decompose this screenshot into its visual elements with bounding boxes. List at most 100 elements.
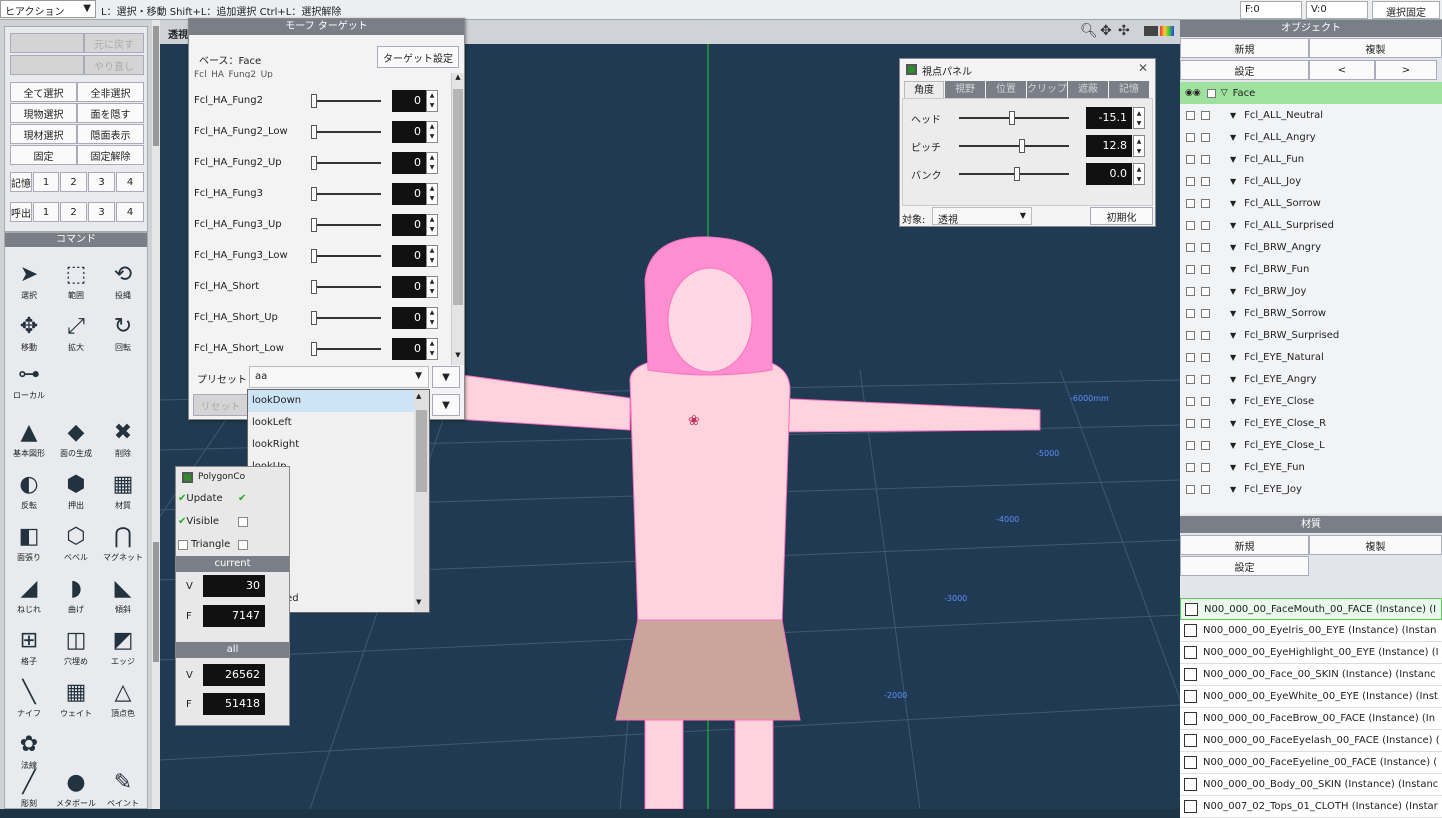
slider-knob[interactable] [311,93,317,108]
unlock-button[interactable]: 固定解除 [77,145,144,165]
triangle-checkbox[interactable]: Triangle [178,539,230,550]
lock-checkbox[interactable] [1201,396,1210,406]
morph-value[interactable]: 0 [392,213,426,236]
object-row[interactable]: ▼ Fcl_ALL_Angry [1180,126,1442,148]
slider-knob[interactable] [311,341,317,356]
view-slider[interactable] [959,139,1069,153]
spin-up-icon[interactable]: ▲ [430,278,435,285]
pan-icon[interactable]: ✥ [1100,23,1112,39]
object-row[interactable]: ▼ Fcl_BRW_Angry [1180,236,1442,258]
morph-value[interactable]: 0 [392,151,426,174]
spin-down-icon[interactable]: ▼ [430,226,435,233]
spin-down-icon[interactable]: ▼ [430,195,435,202]
view-slider[interactable] [959,111,1069,125]
visible-checkbox[interactable] [1186,440,1195,450]
visible-checkbox[interactable] [1186,110,1195,120]
recall-slot-4[interactable]: 4 [116,202,144,222]
color-icon[interactable] [1160,26,1174,36]
select-material-button[interactable]: 現材選択 [10,124,77,144]
lock-checkbox[interactable] [1201,154,1210,164]
command-9[interactable]: ✖ 削除 [99,411,147,461]
morph-scrollbar[interactable]: ▲ ▼ [451,73,464,365]
spinner[interactable]: ▲ ▼ [426,151,438,174]
expand-triangle-icon[interactable]: ▼ [1230,111,1236,120]
material-visible-checkbox[interactable] [1184,624,1197,637]
morph-scroll-thumb[interactable] [453,89,463,305]
visible-checkbox[interactable] [1186,286,1195,296]
spinner[interactable]: ▲ ▼ [1133,107,1145,129]
spin-down-icon[interactable]: ▼ [430,133,435,140]
reset-button[interactable]: リセット [193,394,248,416]
scroll-thumb-2[interactable] [153,542,159,662]
slider-knob[interactable] [1009,111,1015,125]
preset-dropdown[interactable]: aa ▼ [249,366,429,388]
expand-triangle-icon[interactable]: ▼ [1230,199,1236,208]
select-all-button[interactable]: 全て選択 [10,82,77,102]
command-1[interactable]: ⬚ 範囲 [52,253,100,303]
spin-up-icon[interactable]: ▲ [430,154,435,161]
spin-down-icon[interactable]: ▼ [430,288,435,295]
morph-slider[interactable] [311,155,381,170]
material-row[interactable]: N00_000_00_FaceEyeline_00_FACE (Instance… [1180,752,1442,774]
lock-checkbox[interactable] [1201,352,1210,362]
visible-checkbox[interactable] [1186,242,1195,252]
material-visible-checkbox[interactable] [1184,668,1197,681]
morph-slider[interactable] [311,186,381,201]
material-visible-checkbox[interactable] [1185,602,1198,616]
material-visible-checkbox[interactable] [1184,712,1197,725]
dropdown-option[interactable]: lookLeft [248,412,429,434]
lock-checkbox[interactable] [1201,286,1210,296]
next-object-button[interactable]: > [1375,60,1437,80]
material-visible-checkbox[interactable] [1184,756,1197,769]
initialize-button[interactable]: 初期化 [1090,207,1153,225]
unchecked-box[interactable] [238,540,248,550]
slider-knob[interactable] [311,310,317,325]
dropdown-scroll-thumb[interactable] [416,410,427,492]
check-icon[interactable]: ✔ [238,493,246,504]
view-tab-1[interactable]: 視野 [945,81,985,98]
command-23[interactable]: ▦ ウェイト [52,671,100,721]
material-visible-checkbox[interactable] [1184,800,1197,813]
lock-checkbox[interactable] [1201,484,1210,494]
spin-down-icon[interactable]: ▼ [1137,120,1142,127]
morph-slider[interactable] [311,279,381,294]
lock-checkbox[interactable] [1201,176,1210,186]
update-checkbox[interactable]: ✔ Update [178,493,223,504]
material-settings-button[interactable]: 設定 [1180,556,1309,576]
deselect-all-button[interactable]: 全非選択 [77,82,144,102]
left-scrollbar[interactable] [152,20,160,809]
object-row[interactable]: ▼ Fcl_EYE_Joy [1180,478,1442,500]
visible-checkbox[interactable] [1186,220,1195,230]
material-visible-checkbox[interactable] [1184,734,1197,747]
visible-checkbox[interactable] [1186,132,1195,142]
duplicate-object-button[interactable]: 複製 [1309,38,1442,58]
slider-knob[interactable] [1019,139,1025,153]
material-row[interactable]: N00_000_00_FaceEyelash_00_FACE (Instance… [1180,730,1442,752]
morph-value[interactable]: 0 [392,275,426,298]
command-4[interactable]: ⤢ 拡大 [52,305,100,355]
command-24[interactable]: △ 頂点色 [99,671,147,721]
spinner[interactable]: ▲ ▼ [426,89,438,112]
morph-value[interactable]: 0 [392,337,426,360]
material-row[interactable]: N00_000_00_FaceBrow_00_FACE (Instance) (… [1180,708,1442,730]
lock-checkbox[interactable] [1201,308,1210,318]
material-visible-checkbox[interactable] [1184,646,1197,659]
mode-select[interactable]: ヒアクション ▼ [0,0,96,18]
object-row[interactable]: ▼ Fcl_ALL_Joy [1180,170,1442,192]
preset-menu-button[interactable]: ▼ [432,366,460,388]
lock-checkbox[interactable] [1201,440,1210,450]
material-row[interactable]: N00_000_00_FaceMouth_00_FACE (Instance) … [1180,598,1442,620]
morph-slider[interactable] [311,341,381,356]
prev-object-button[interactable]: < [1309,60,1375,80]
object-settings-button[interactable]: 設定 [1180,60,1309,80]
lock-checkbox[interactable] [1201,330,1210,340]
morph-value[interactable]: 0 [392,244,426,267]
command-12[interactable]: ▦ 材質 [99,463,147,513]
view-tab-5[interactable]: 記憶 [1109,81,1149,98]
scroll-thumb[interactable] [153,26,159,146]
object-row[interactable]: ▼ Fcl_EYE_Natural [1180,346,1442,368]
expand-triangle-icon[interactable]: ▼ [1230,397,1236,406]
lock-checkbox[interactable] [1201,242,1210,252]
command-19[interactable]: ⊞ 格子 [5,619,53,669]
zoom-icon[interactable]: 🔍︎ [1080,23,1098,39]
